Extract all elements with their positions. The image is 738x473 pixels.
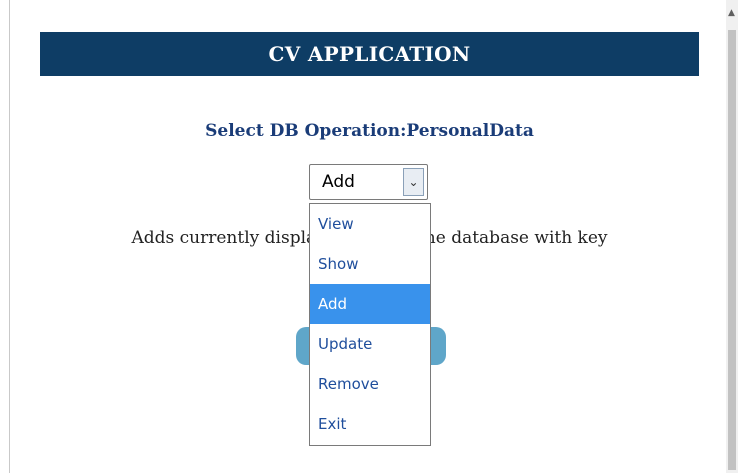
dropdown-option-add[interactable]: Add (310, 284, 430, 324)
operation-dropdown-list[interactable]: View Show Add Update Remove Exit (309, 203, 431, 446)
page-viewport: CV APPLICATION Select DB Operation:Perso… (0, 0, 738, 473)
dropdown-option-exit[interactable]: Exit (310, 404, 430, 444)
dropdown-option-update[interactable]: Update (310, 324, 430, 364)
dropdown-option-view[interactable]: View (310, 204, 430, 244)
operation-select-value: Add (322, 172, 355, 192)
scrollbar-thumb[interactable] (728, 30, 736, 470)
chevron-down-icon[interactable]: ⌄ (403, 168, 424, 196)
dropdown-option-remove[interactable]: Remove (310, 364, 430, 404)
vertical-scrollbar[interactable]: ▲ (726, 0, 738, 473)
dropdown-option-show[interactable]: Show (310, 244, 430, 284)
operation-title: Select DB Operation:PersonalData (205, 121, 534, 141)
operation-select[interactable]: Add ⌄ (309, 164, 428, 200)
scroll-up-arrow-icon[interactable]: ▲ (728, 8, 736, 18)
left-border-line (9, 0, 10, 473)
app-header: CV APPLICATION (40, 32, 699, 76)
